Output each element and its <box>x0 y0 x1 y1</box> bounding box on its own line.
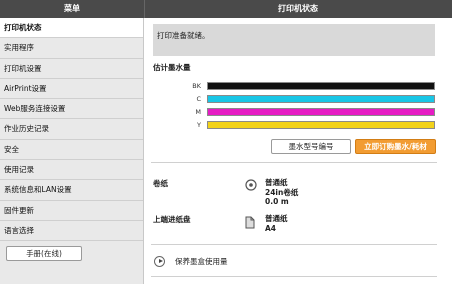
main-content: 打印准备就绪。 估计墨水量 BK C M Y 墨水型号编号 立即订购墨水/耗材 … <box>145 18 452 284</box>
ink-row-bk: BK <box>153 81 435 91</box>
status-message-box: 打印准备就绪。 <box>153 24 435 56</box>
ink-bar-m <box>208 109 434 115</box>
sidebar-item-system-info-lan[interactable]: 系统信息和LAN设置 <box>0 180 143 201</box>
ink-gauge-y <box>207 121 435 129</box>
roll-paper-info: 普通纸 24in卷纸 0.0 m <box>265 178 298 207</box>
roll-paper-remaining: 0.0 m <box>265 197 289 206</box>
maintenance-cartridge-row[interactable]: 保养墨盒使用量 <box>151 254 437 270</box>
sidebar-item-airprint-settings[interactable]: AirPrint设置 <box>0 79 143 100</box>
ink-level-title: 估计墨水量 <box>153 63 191 72</box>
divider <box>151 244 437 245</box>
sidebar-item-language[interactable]: 语言选择 <box>0 221 143 242</box>
ink-gauge-c <box>207 95 435 103</box>
roll-paper-icon <box>245 179 257 193</box>
sidebar-item-job-history[interactable]: 作业历史记录 <box>0 119 143 140</box>
divider <box>151 162 437 163</box>
ink-label-bk: BK <box>192 82 201 90</box>
ink-row-y: Y <box>153 120 435 130</box>
top-feed-info: 普通纸 A4 <box>265 214 288 233</box>
ink-label-m: M <box>195 108 201 116</box>
sidebar-item-firmware-update[interactable]: 固件更新 <box>0 201 143 221</box>
ink-label-y: Y <box>197 121 201 129</box>
sidebar-item-printer-settings[interactable]: 打印机设置 <box>0 59 143 79</box>
ink-gauge-bk <box>207 82 435 90</box>
top-feed-size: A4 <box>265 223 277 233</box>
roll-paper-size: 24in卷纸 <box>265 187 299 197</box>
top-header-bar: 菜单 打印机状态 <box>0 0 452 18</box>
sidebar-item-utilities[interactable]: 实用程序 <box>0 38 143 59</box>
sidebar-item-usage-log[interactable]: 使用记录 <box>0 160 143 181</box>
ink-bar-c <box>208 96 434 102</box>
sidebar-item-printer-status[interactable]: 打印机状态 <box>0 18 143 39</box>
roll-paper-type: 普通纸 <box>265 178 288 187</box>
expand-arrow-icon[interactable] <box>154 256 165 267</box>
online-manual-button[interactable]: 手册(在线) <box>6 246 82 261</box>
ink-bar-y <box>208 122 434 128</box>
sidebar-item-web-service-settings[interactable]: Web服务连接设置 <box>0 99 143 120</box>
maintenance-cartridge-label: 保养墨盒使用量 <box>175 257 228 266</box>
ink-model-number-button[interactable]: 墨水型号编号 <box>271 139 351 154</box>
ink-bar-bk <box>208 83 434 89</box>
menu-title: 菜单 <box>64 4 80 13</box>
roll-paper-label: 卷纸 <box>153 179 168 188</box>
ink-row-m: M <box>153 107 435 117</box>
status-message: 打印准备就绪。 <box>157 31 210 40</box>
ink-row-c: C <box>153 94 435 104</box>
page-title: 打印机状态 <box>278 4 318 13</box>
top-feed-label: 上端进纸盘 <box>153 215 191 224</box>
ink-gauge-m <box>207 108 435 116</box>
sidebar-item-security[interactable]: 安全 <box>0 140 143 161</box>
sidebar-menu: 打印机状态 实用程序 打印机设置 AirPrint设置 Web服务连接设置 作业… <box>0 18 144 284</box>
top-feed-type: 普通纸 <box>265 214 288 223</box>
order-ink-button[interactable]: 立即订购墨水/耗材 <box>355 139 436 154</box>
divider <box>151 276 437 277</box>
cut-sheet-icon <box>245 216 255 231</box>
ink-label-c: C <box>196 95 201 103</box>
